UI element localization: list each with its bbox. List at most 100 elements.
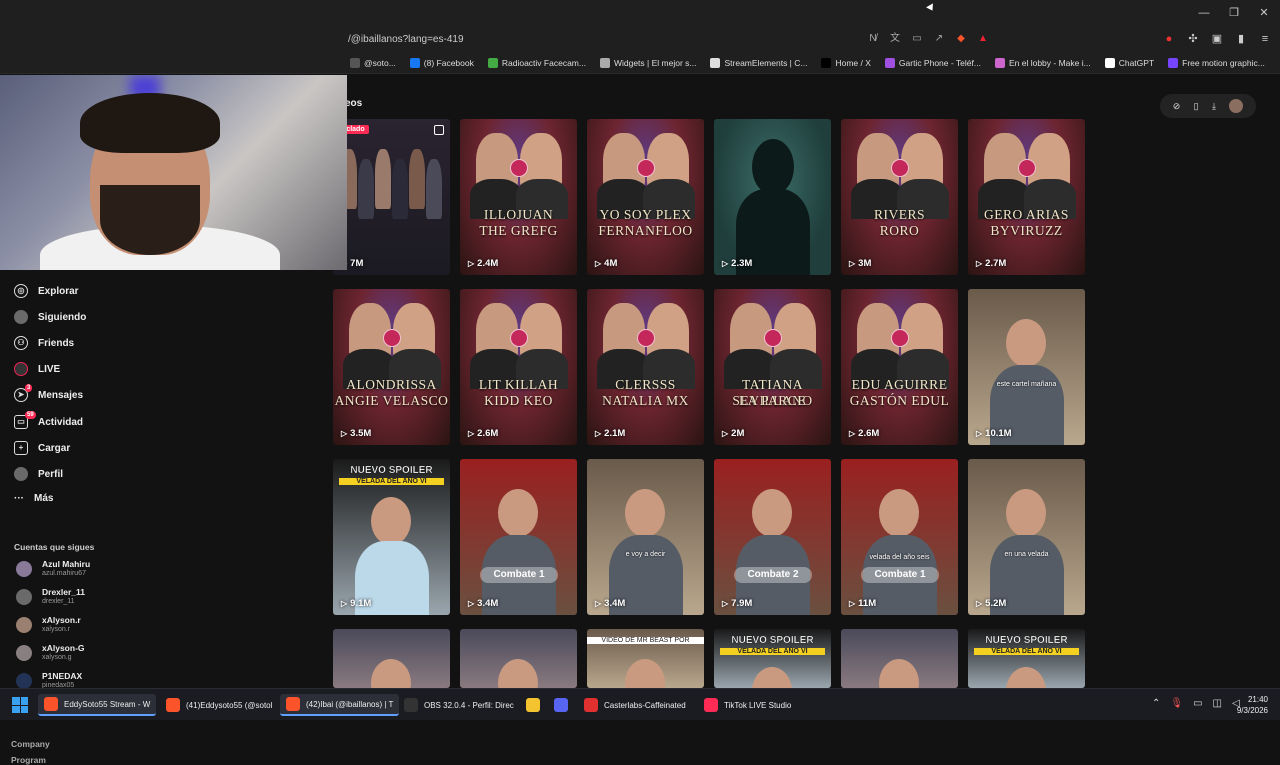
video-tile[interactable]: NUEVO SPOILER VELADA DEL AÑO VI bbox=[968, 629, 1085, 688]
sidebar-item-friends[interactable]: ⚇ Friends bbox=[14, 336, 74, 350]
video-tile[interactable]: velada del año seis Combate 1 ▷ 11M bbox=[841, 459, 958, 615]
bookmark-item[interactable]: StreamElements | C... bbox=[710, 57, 807, 68]
extension-recording-icon[interactable]: ● bbox=[1162, 32, 1176, 46]
play-icon: ▷ bbox=[468, 429, 475, 438]
video-tile[interactable]: NUEVO SPOILER VELADA DEL AÑO VI bbox=[714, 629, 831, 688]
minimize-icon[interactable]: — bbox=[1190, 4, 1218, 22]
taskbar-app[interactable]: EddySoto55 Stream - W bbox=[38, 694, 157, 716]
bookmark-favicon-icon bbox=[884, 57, 895, 68]
video-tile[interactable]: YO SOY PLEX FERNANFLOO ▷ 4M bbox=[587, 119, 704, 275]
video-tile[interactable]: VIDEO DE MR BEAST POR bbox=[587, 629, 704, 688]
taskbar-app[interactable]: (41)Eddysoto55 (@sotol bbox=[160, 694, 278, 716]
video-tile[interactable] bbox=[460, 629, 577, 688]
video-tile[interactable]: ▷ 2.3M bbox=[714, 119, 831, 275]
network-icon[interactable]: ◫ bbox=[1213, 698, 1222, 709]
video-tile[interactable]: ALONDRISSA ANGIE VELASCO ▷ 3.5M bbox=[333, 289, 450, 445]
sidebar-item-explorar[interactable]: ◎ Explorar bbox=[14, 284, 79, 298]
translate-icon[interactable]: 文 bbox=[888, 32, 902, 46]
bookmark-item[interactable]: @soto... bbox=[350, 57, 396, 68]
share-icon[interactable]: ↗ bbox=[932, 32, 946, 46]
following-account[interactable]: xAlyson-G xalyson.g bbox=[16, 643, 85, 662]
footer-link[interactable]: Company bbox=[11, 739, 50, 749]
bookmark-item[interactable]: Home / X bbox=[821, 57, 871, 68]
view-count: ▷ 4M bbox=[595, 258, 617, 269]
videos-tab-heading[interactable]: eos bbox=[345, 98, 362, 109]
video-tile[interactable]: TATIANA SEVILLANO LA PARCE ▷ 2M bbox=[714, 289, 831, 445]
footer-link[interactable]: Program bbox=[11, 755, 46, 765]
video-tile[interactable] bbox=[333, 629, 450, 688]
video-tile[interactable] bbox=[841, 629, 958, 688]
bookmark-item[interactable]: Widgets | El mejor s... bbox=[599, 57, 696, 68]
bookmark-item[interactable]: (8) Facebook bbox=[409, 57, 474, 68]
expand-icon[interactable] bbox=[434, 125, 444, 135]
avatar bbox=[16, 588, 32, 605]
sidebar-item-live[interactable]: LIVE bbox=[14, 362, 60, 376]
account-name: xAlyson-G bbox=[42, 643, 85, 653]
video-tile[interactable]: ILLOJUAN THE GREFG ▷ 2.4M bbox=[460, 119, 577, 275]
video-tile[interactable]: Combate 2 ▷ 7.9M bbox=[714, 459, 831, 615]
video-tile[interactable]: CLERSSS NATALIA MX ▷ 2.1M bbox=[587, 289, 704, 445]
sidebar-item-perfil[interactable]: Perfil bbox=[14, 467, 63, 481]
bookmark-item[interactable]: Radioactiv Facecam... bbox=[487, 57, 586, 68]
no-translate-icon[interactable]: N̸ bbox=[866, 32, 880, 46]
view-count: ▷ 5.2M bbox=[976, 598, 1006, 609]
view-count: ▷ 3M bbox=[849, 258, 871, 269]
avatar[interactable] bbox=[1229, 99, 1244, 113]
display-icon[interactable]: ▭ bbox=[1193, 698, 1202, 709]
taskbar-app-label: TikTok LIVE Studio bbox=[724, 700, 792, 710]
grid-toolbar: ⊘ ▯ ⤓ bbox=[1160, 94, 1256, 118]
view-count: ▷ 3.5M bbox=[341, 428, 371, 439]
menu-icon[interactable]: ≡ bbox=[1258, 32, 1272, 46]
close-icon[interactable]: ✕ bbox=[1250, 4, 1278, 22]
brave-rewards-icon[interactable]: ▲ bbox=[976, 32, 990, 46]
sidebar-toggle-icon[interactable]: ▮ bbox=[1234, 32, 1248, 46]
sidebar-item-actividad[interactable]: ▭ 59 Actividad bbox=[14, 411, 83, 429]
bookmark-item[interactable]: Gartic Phone - Teléf... bbox=[884, 57, 981, 68]
taskbar-app[interactable] bbox=[548, 694, 574, 716]
video-tile[interactable]: este cartel mañana ▷ 10.1M bbox=[968, 289, 1085, 445]
taskbar-app[interactable]: TikTok LIVE Studio bbox=[698, 694, 797, 716]
url-text[interactable]: /@ibaillanos?lang=es-419 bbox=[348, 34, 464, 45]
video-tile[interactable]: EDU AGUIRRE GASTÓN EDUL ▷ 2.6M bbox=[841, 289, 958, 445]
following-account[interactable]: xAlyson.r xalyson.r bbox=[16, 615, 81, 634]
fighter-name-2: ANGIE VELASCO bbox=[334, 393, 449, 408]
taskbar-app[interactable] bbox=[520, 694, 546, 716]
sidebar-item-siguiendo[interactable]: Siguiendo bbox=[14, 310, 86, 324]
video-tile[interactable]: NUEVO SPOILER VELADA DEL AÑO VI ▷ 9.1M bbox=[333, 459, 450, 615]
cast-icon[interactable]: ▭ bbox=[910, 32, 924, 46]
sidebar-item-cargar[interactable]: + Cargar bbox=[14, 441, 70, 455]
chevron-up-icon[interactable]: ⌃ bbox=[1152, 698, 1160, 709]
video-tile[interactable]: GERO ARIAS BYVIRUZZ ▷ 2.7M bbox=[968, 119, 1085, 275]
download-icon[interactable]: ⤓ bbox=[1212, 101, 1216, 112]
phone-icon[interactable]: ▯ bbox=[1194, 101, 1199, 112]
video-tile[interactable]: Anclado▷7M bbox=[333, 119, 450, 275]
account-username: drexler_11 bbox=[42, 598, 75, 605]
sidebar-item-mensajes[interactable]: ➤ 3 Mensajes bbox=[14, 384, 83, 402]
group-figure bbox=[409, 149, 425, 209]
video-tile[interactable]: en una velada ▷ 5.2M bbox=[968, 459, 1085, 615]
following-account[interactable]: Azul Mahiru azul.mahiru67 bbox=[16, 559, 90, 578]
windows-start-icon[interactable] bbox=[12, 697, 28, 713]
brave-shield-icon[interactable]: ◆ bbox=[954, 32, 968, 46]
bookmark-item[interactable]: En el lobby - Make i... bbox=[994, 57, 1091, 68]
clock[interactable]: 21:40 9/3/2026 bbox=[1237, 694, 1268, 716]
video-tile[interactable]: e voy a decir ▷ 3.4M bbox=[587, 459, 704, 615]
block-icon[interactable]: ⊘ bbox=[1173, 101, 1181, 112]
wallet-icon[interactable]: ▣ bbox=[1210, 32, 1224, 46]
maximize-icon[interactable]: ❐ bbox=[1220, 4, 1248, 22]
video-tile[interactable]: RIVERS RORO ▷ 3M bbox=[841, 119, 958, 275]
video-tile[interactable]: LIT KILLAH KIDD KEO ▷ 2.6M bbox=[460, 289, 577, 445]
following-account[interactable]: Drexler_11 drexler_11 bbox=[16, 587, 85, 606]
bookmark-item[interactable]: ChatGPT bbox=[1104, 57, 1154, 68]
taskbar-app[interactable]: Casterlabs-Caffeinated bbox=[578, 694, 692, 716]
avatar bbox=[16, 560, 32, 577]
microphone-icon[interactable]: 🎙 bbox=[1170, 698, 1183, 709]
sidebar-item-ms[interactable]: ··· Más bbox=[14, 493, 53, 504]
extensions-icon[interactable]: ✣ bbox=[1186, 32, 1200, 46]
velada-logo-icon bbox=[637, 329, 655, 347]
taskbar-app[interactable]: (42)Ibai (@ibaillanos) | T bbox=[280, 694, 400, 716]
taskbar-app[interactable]: OBS 32.0.4 - Perfil: Direc bbox=[398, 694, 520, 716]
video-tile[interactable]: Combate 1 ▷ 3.4M bbox=[460, 459, 577, 615]
address-bar[interactable]: /@ibaillanos?lang=es-419 N̸ 文 ▭ ↗ ◆ ▲ ● … bbox=[0, 28, 1280, 52]
bookmark-item[interactable]: Free motion graphic... bbox=[1168, 57, 1265, 68]
